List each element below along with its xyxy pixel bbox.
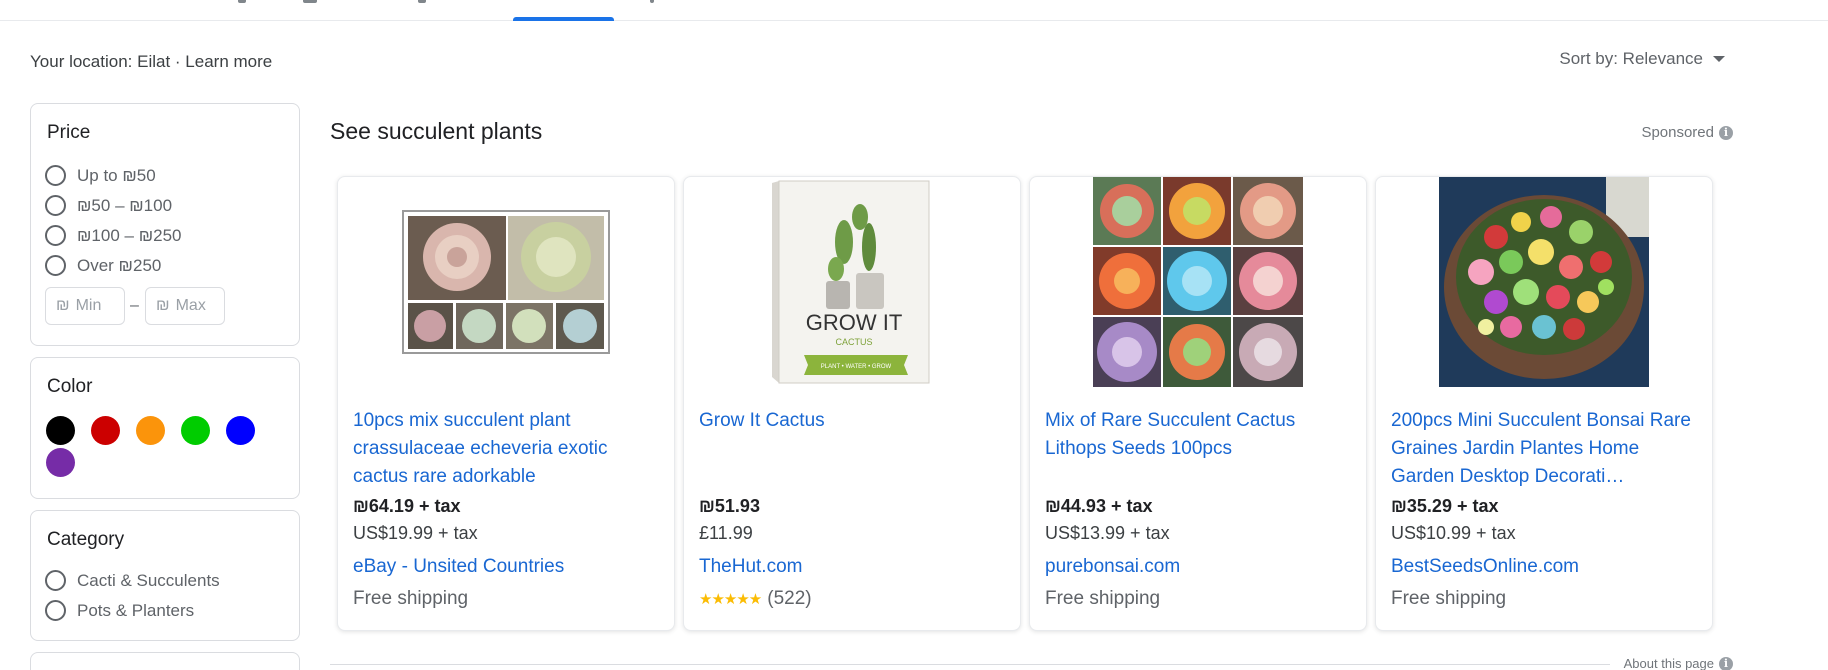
product-seller[interactable]: TheHut.com [699, 556, 802, 578]
price-option[interactable]: ₪50 – ₪100 [45, 195, 172, 216]
about-label: About this page [1623, 656, 1714, 670]
product-seller[interactable]: eBay - Unsited Countries [353, 556, 564, 578]
tab-shopping-active-indicator[interactable] [513, 17, 614, 21]
color-swatch-black[interactable] [46, 416, 75, 445]
sponsored-text: Sponsored [1641, 124, 1714, 141]
product-shipping: Free shipping [353, 588, 469, 609]
max-placeholder: Max [175, 297, 206, 314]
location-text: Your location: Eilat [30, 52, 171, 71]
product-seller[interactable]: BestSeedsOnline.com [1391, 556, 1579, 578]
color-swatch-green[interactable] [181, 416, 210, 445]
product-card[interactable]: 10pcs mix succulent plant crassulaceae e… [337, 176, 675, 631]
price-option-label: Over ₪250 [77, 255, 162, 275]
price-min-input[interactable]: ₪ Min [45, 287, 125, 325]
product-title[interactable]: Mix of Rare Succulent Cactus Lithops See… [1045, 407, 1353, 463]
radio-icon[interactable] [45, 600, 66, 621]
price-option-label: ₪100 – ₪250 [77, 225, 182, 245]
product-price-alt: US$13.99 + tax [1045, 523, 1170, 543]
radio-icon[interactable] [45, 165, 66, 186]
product-rating: ★★★★★ (522) [699, 588, 812, 610]
separator: · [170, 52, 186, 71]
radio-icon[interactable] [45, 195, 66, 216]
category-option[interactable]: Cacti & Succulents [45, 570, 220, 591]
price-filter-card: Price Up to ₪50 ₪50 – ₪100 ₪100 – ₪250 O… [30, 103, 300, 346]
category-option-label: Cacti & Succulents [77, 570, 220, 590]
category-option[interactable]: Pots & Planters [45, 600, 194, 621]
currency-symbol: ₪ [156, 297, 170, 314]
product-shipping: Free shipping [1391, 588, 1507, 609]
search-tabs-bar [0, 0, 1828, 21]
product-price: ₪51.93 [699, 496, 760, 516]
box-band-text: PLANT • WATER • GROW [821, 364, 892, 370]
product-image-succulent-grid[interactable] [338, 177, 674, 387]
category-filter-title: Category [47, 529, 125, 550]
min-placeholder: Min [75, 297, 102, 314]
product-price: ₪64.19 + tax [353, 496, 461, 516]
product-price: ₪44.93 + tax [1045, 496, 1153, 516]
product-image-grow-it-box[interactable]: GROW IT CACTUS PLANT • WATER • GROW [684, 177, 1020, 387]
box-sub-text: CACTUS [835, 337, 872, 347]
learn-more-link[interactable]: Learn more [185, 52, 272, 71]
range-dash: – [130, 297, 139, 314]
price-option[interactable]: Up to ₪50 [45, 165, 156, 186]
tab-fragment[interactable] [650, 0, 654, 3]
info-icon[interactable]: i [1719, 125, 1733, 140]
color-filter-title: Color [47, 376, 93, 397]
section-divider [330, 664, 1610, 665]
radio-icon[interactable] [45, 570, 66, 591]
product-title[interactable]: 10pcs mix succulent plant crassulaceae e… [353, 407, 661, 491]
radio-icon[interactable] [45, 225, 66, 246]
category-option-label: Pots & Planters [77, 600, 195, 620]
product-price: ₪35.29 + tax [1391, 496, 1499, 516]
product-card[interactable]: GROW IT CACTUS PLANT • WATER • GROW Grow… [683, 176, 1021, 631]
box-brand-text: GROW IT [806, 310, 903, 335]
product-card[interactable]: Mix of Rare Succulent Cactus Lithops See… [1029, 176, 1367, 631]
price-max-input[interactable]: ₪ Max [145, 287, 225, 325]
color-swatch-orange[interactable] [136, 416, 165, 445]
color-swatch-purple[interactable] [46, 448, 75, 477]
price-option-label: ₪50 – ₪100 [77, 195, 173, 215]
product-price-alt: US$19.99 + tax [353, 523, 478, 543]
product-card[interactable]: 200pcs Mini Succulent Bonsai Rare Graine… [1375, 176, 1713, 631]
tab-fragment[interactable] [303, 0, 317, 3]
review-count: (522) [767, 588, 812, 609]
product-title[interactable]: Grow It Cactus [699, 407, 1007, 435]
next-filter-card [30, 652, 300, 670]
price-option-label: Up to ₪50 [77, 165, 156, 185]
color-swatch-red[interactable] [91, 416, 120, 445]
product-image-succulent-bowl[interactable] [1376, 177, 1712, 387]
product-shipping: Free shipping [1045, 588, 1161, 609]
price-filter-title: Price [47, 122, 91, 143]
product-seller[interactable]: purebonsai.com [1045, 556, 1180, 578]
color-filter-card: Color [30, 357, 300, 499]
product-title[interactable]: 200pcs Mini Succulent Bonsai Rare Graine… [1391, 407, 1699, 491]
product-image-succulent-collage[interactable] [1030, 177, 1366, 387]
about-this-page[interactable]: About this page i [1613, 656, 1733, 670]
tab-fragment[interactable] [238, 0, 246, 3]
price-option[interactable]: ₪100 – ₪250 [45, 225, 182, 246]
color-swatch-blue[interactable] [226, 416, 255, 445]
product-price-alt: £11.99 [699, 523, 753, 543]
sort-dropdown[interactable]: Sort by: Relevance [1559, 49, 1725, 69]
caret-down-icon [1713, 56, 1725, 62]
product-price-alt: US$10.99 + tax [1391, 523, 1516, 543]
star-rating-icon: ★★★★★ [699, 591, 762, 608]
radio-icon[interactable] [45, 255, 66, 276]
sponsored-label[interactable]: Sponsored i [1641, 124, 1733, 141]
tab-fragment[interactable] [418, 0, 426, 3]
category-filter-card: Category Cacti & Succulents Pots & Plant… [30, 510, 300, 641]
location-line: Your location: Eilat · Learn more [30, 52, 272, 72]
section-title: See succulent plants [330, 118, 543, 144]
sort-label: Sort by: Relevance [1559, 49, 1703, 68]
info-icon[interactable]: i [1719, 656, 1733, 670]
currency-symbol: ₪ [56, 297, 70, 314]
price-option[interactable]: Over ₪250 [45, 255, 161, 276]
